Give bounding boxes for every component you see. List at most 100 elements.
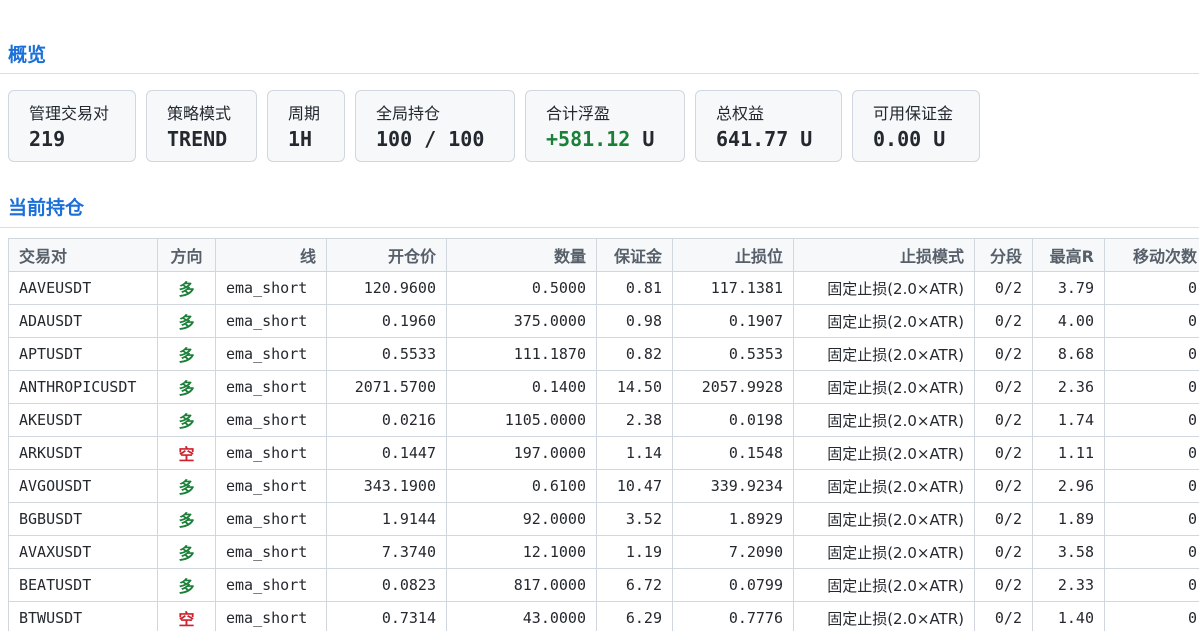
positions-table-body: AAVEUSDT 多 ema_short 120.9600 0.5000 0.81 117.… [8, 271, 1199, 631]
cell-pair: AKEUSDT [8, 403, 158, 437]
card-total-equity: 总权益 641.77 U [695, 90, 842, 162]
cell-pair: AVAXUSDT [8, 535, 158, 569]
cell-line: ema_short [215, 337, 327, 371]
table-row[interactable]: AKEUSDT 多 ema_short 0.0216 1105.0000 2.38 0.01… [8, 403, 1199, 437]
cell-entry-price: 0.5533 [326, 337, 447, 371]
cell-quantity: 43.0000 [446, 601, 597, 631]
cell-margin: 10.47 [596, 469, 673, 503]
table-row[interactable]: BTWUSDT 空 ema_short 0.7314 43.0000 6.29 0.7776… [8, 601, 1199, 631]
cell-move-count: 0 [1104, 403, 1199, 437]
column-header-quantity[interactable]: 数量 [446, 238, 597, 272]
column-header-segment[interactable]: 分段 [974, 238, 1033, 272]
card-value: +581.12 U [546, 125, 684, 153]
cell-quantity: 197.0000 [446, 436, 597, 470]
column-header-entry-price[interactable]: 开仓价 [326, 238, 447, 272]
cell-direction: 多 [157, 403, 216, 437]
table-row[interactable]: AAVEUSDT 多 ema_short 120.9600 0.5000 0.81 117.… [8, 271, 1199, 305]
table-header-row: 交易对 方向 线 开仓价 数量 保证金 止损位 止损模式 分段 最高R 移动次数 [8, 238, 1199, 272]
cell-stop-mode: 固定止损(2.0×ATR) [793, 436, 975, 470]
overview-title: 概览 [8, 44, 47, 66]
cell-segment: 0/2 [974, 337, 1033, 371]
cell-move-count: 0 [1104, 535, 1199, 569]
cell-margin: 0.82 [596, 337, 673, 371]
cell-direction: 多 [157, 304, 216, 338]
column-header-margin[interactable]: 保证金 [596, 238, 673, 272]
card-global-positions: 全局持仓 100 / 100 [355, 90, 515, 162]
cell-stop-price: 1.8929 [672, 502, 794, 536]
cell-direction: 多 [157, 337, 216, 371]
cell-move-count: 0 [1104, 271, 1199, 305]
cell-segment: 0/2 [974, 502, 1033, 536]
cell-pair: BTWUSDT [8, 601, 158, 631]
column-header-stop-price[interactable]: 止损位 [672, 238, 794, 272]
cell-max-r: 4.00 [1032, 304, 1105, 338]
column-header-line[interactable]: 线 [215, 238, 327, 272]
cell-segment: 0/2 [974, 304, 1033, 338]
cell-stop-mode: 固定止损(2.0×ATR) [793, 304, 975, 338]
cell-stop-price: 0.0198 [672, 403, 794, 437]
cell-line: ema_short [215, 370, 327, 404]
cell-direction: 多 [157, 535, 216, 569]
cell-entry-price: 120.9600 [326, 271, 447, 305]
positions-divider [0, 227, 1199, 228]
cell-stop-mode: 固定止损(2.0×ATR) [793, 403, 975, 437]
column-header-max-r[interactable]: 最高R [1032, 238, 1105, 272]
table-row[interactable]: BGBUSDT 多 ema_short 1.9144 92.0000 3.52 1.8929… [8, 502, 1199, 536]
table-row[interactable]: AVAXUSDT 多 ema_short 7.3740 12.1000 1.19 7.209… [8, 535, 1199, 569]
cell-move-count: 0 [1104, 436, 1199, 470]
card-strategy-mode: 策略模式 TREND [146, 90, 257, 162]
table-row[interactable]: ARKUSDT 空 ema_short 0.1447 197.0000 1.14 0.154… [8, 436, 1199, 470]
cell-line: ema_short [215, 436, 327, 470]
column-header-direction[interactable]: 方向 [157, 238, 216, 272]
cell-entry-price: 0.1447 [326, 436, 447, 470]
cell-entry-price: 1.9144 [326, 502, 447, 536]
card-label: 周期 [288, 104, 321, 123]
direction-badge: 多 [178, 511, 195, 530]
overview-divider [0, 73, 1199, 74]
cell-move-count: 0 [1104, 370, 1199, 404]
column-header-pair[interactable]: 交易对 [8, 238, 158, 272]
direction-badge: 多 [178, 544, 195, 563]
cell-move-count: 0 [1104, 568, 1199, 602]
cell-quantity: 375.0000 [446, 304, 597, 338]
table-row[interactable]: ADAUSDT 多 ema_short 0.1960 375.0000 0.98 0.190… [8, 304, 1199, 338]
cell-margin: 0.98 [596, 304, 673, 338]
column-header-move-count[interactable]: 移动次数 [1104, 238, 1199, 272]
cell-stop-mode: 固定止损(2.0×ATR) [793, 337, 975, 371]
cell-quantity: 0.5000 [446, 271, 597, 305]
cell-margin: 1.14 [596, 436, 673, 470]
cell-max-r: 2.96 [1032, 469, 1105, 503]
direction-badge: 多 [178, 346, 195, 365]
cell-stop-mode: 固定止损(2.0×ATR) [793, 568, 975, 602]
cell-move-count: 0 [1104, 304, 1199, 338]
table-row[interactable]: AVGOUSDT 多 ema_short 343.1900 0.6100 10.47 339… [8, 469, 1199, 503]
cell-stop-price: 7.2090 [672, 535, 794, 569]
cell-max-r: 1.11 [1032, 436, 1105, 470]
table-row[interactable]: BEATUSDT 多 ema_short 0.0823 817.0000 6.72 0.07… [8, 568, 1199, 602]
cell-line: ema_short [215, 469, 327, 503]
cell-stop-mode: 固定止损(2.0×ATR) [793, 469, 975, 503]
cell-direction: 多 [157, 469, 216, 503]
table-row[interactable]: APTUSDT 多 ema_short 0.5533 111.1870 0.82 0.535… [8, 337, 1199, 371]
cell-quantity: 111.1870 [446, 337, 597, 371]
cell-margin: 2.38 [596, 403, 673, 437]
cell-margin: 14.50 [596, 370, 673, 404]
cell-line: ema_short [215, 403, 327, 437]
card-total-floating-pnl: 合计浮盈 +581.12 U [525, 90, 685, 162]
cell-entry-price: 0.0823 [326, 568, 447, 602]
cell-pair: AAVEUSDT [8, 271, 158, 305]
table-row[interactable]: ANTHROPICUSDT 多 ema_short 2071.5700 0.1400 14… [8, 370, 1199, 404]
cell-max-r: 2.36 [1032, 370, 1105, 404]
cell-segment: 0/2 [974, 436, 1033, 470]
direction-badge: 多 [178, 313, 195, 332]
cell-max-r: 3.79 [1032, 271, 1105, 305]
cell-move-count: 0 [1104, 337, 1199, 371]
cell-stop-mode: 固定止损(2.0×ATR) [793, 535, 975, 569]
direction-badge: 多 [178, 280, 195, 299]
cell-entry-price: 0.7314 [326, 601, 447, 631]
cell-segment: 0/2 [974, 370, 1033, 404]
cell-direction: 多 [157, 502, 216, 536]
cell-pair: ANTHROPICUSDT [8, 370, 158, 404]
column-header-stop-mode[interactable]: 止损模式 [793, 238, 975, 272]
cell-max-r: 2.33 [1032, 568, 1105, 602]
